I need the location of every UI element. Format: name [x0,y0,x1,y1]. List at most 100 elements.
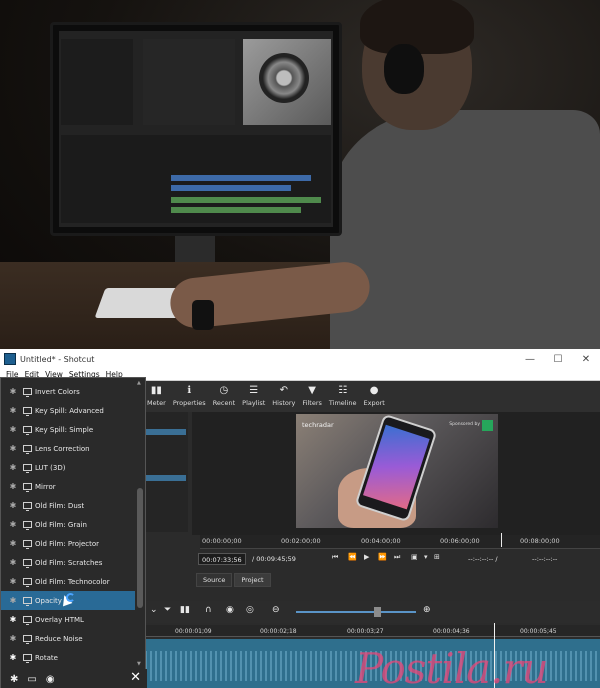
player-ruler[interactable]: 00:00:00;00 00:02:00;00 00:04:00;00 00:0… [200,535,600,549]
split-icon[interactable]: ▮▮ [180,605,190,615]
total-duration: / 00:09:45;59 [252,555,296,563]
play-icon[interactable]: ▶ [364,553,369,561]
rewind-icon[interactable]: ⏪ [348,553,357,561]
fast-forward-icon[interactable]: ⏩ [378,553,387,561]
scrub-eye-icon[interactable]: ◉ [226,605,234,615]
monitor-icon [23,578,32,587]
player-playhead[interactable] [501,533,502,547]
monitor-icon [23,559,32,568]
favorite-star-icon[interactable]: ✱ [7,615,19,624]
zoom-slider-handle[interactable] [374,607,381,617]
current-timecode-field[interactable]: 00:07:33;56 [198,553,246,565]
office-photo [0,0,600,349]
favorite-star-icon[interactable]: ✱ [7,558,19,567]
monitor-icon [23,483,32,492]
lift-icon[interactable]: ⏷ [164,605,171,615]
ruler-tick: 00:04:00;00 [361,537,401,545]
favorite-star-icon[interactable]: ✱ [7,539,19,548]
zoom-in-icon[interactable]: ⊕ [423,605,431,615]
filters-button[interactable]: ▼ Filters [302,381,321,407]
favorite-star-icon[interactable]: ✱ [7,425,19,434]
properties-button[interactable]: ℹ Properties [173,381,206,407]
skip-next-icon[interactable]: ⏭ [394,553,400,562]
tab-source[interactable]: Source [196,573,233,587]
zoom-slider[interactable] [296,611,416,613]
filter-label: Old Film: Scratches [35,558,103,567]
video-filters-icon[interactable]: ▭ [27,674,36,685]
filter-item[interactable]: ✱ Old Film: Grain [1,515,135,534]
snap-magnet-icon[interactable]: ∩ [205,605,212,615]
playlist-button[interactable]: ☰ Playlist [242,381,265,407]
favorite-star-icon[interactable]: ✱ [7,577,19,586]
maximize-button[interactable]: ☐ [544,349,572,369]
monitor-icon [23,635,32,644]
filter-scrollbar-thumb[interactable] [137,488,143,608]
filter-item[interactable]: ✱ Key Spill: Simple [1,420,135,439]
recent-button[interactable]: ◷ Recent [213,381,235,407]
filter-item[interactable]: ✱ Overlay HTML [1,610,135,629]
audio-filters-icon[interactable]: ◉ [46,674,55,685]
screen-source-panel [143,39,235,125]
filter-item[interactable]: ✱ Mirror [1,477,135,496]
toolbar-label: History [272,399,296,407]
monitor-icon [23,540,32,549]
filter-item[interactable]: ✱ Reduce Noise [1,629,135,648]
screen-track [171,197,321,203]
playlist-icon: ☰ [249,385,259,396]
history-button[interactable]: ↶ History [272,381,295,407]
favorite-star-icon[interactable]: ✱ [7,463,19,472]
zoom-out-icon[interactable]: ⊖ [272,605,280,615]
ruler-tick: 00:06:00;00 [440,537,480,545]
history-icon: ↶ [279,385,289,396]
chevron-down-icon[interactable]: ⌄ [150,605,158,615]
filter-item[interactable]: ✱ Rotate [1,648,135,667]
zoom-fit-icon[interactable]: ▣ [411,553,418,561]
export-button[interactable]: ● Export [364,381,385,407]
filter-label: Key Spill: Simple [35,425,94,434]
favorite-star-icon[interactable]: ✱ [7,444,19,453]
filter-label: Old Film: Projector [35,539,100,548]
playlist-header-row [140,429,186,435]
monitor-icon [23,616,32,625]
favorite-star-icon[interactable]: ✱ [7,406,19,415]
filter-item[interactable]: ✱ Old Film: Projector [1,534,135,553]
toolbar-label: Export [363,399,385,407]
ruler-tick: 00:02:00;00 [281,537,321,545]
close-window-button[interactable]: ✕ [572,349,600,369]
video-preview[interactable]: techradar Sponsored by [296,414,498,528]
export-icon: ● [369,385,379,396]
zoom-dropdown-icon[interactable]: ▾ [424,553,428,561]
scroll-down-icon[interactable]: ▼ [137,661,141,667]
filter-item[interactable]: ✱ Invert Colors [1,382,135,401]
meter-button[interactable]: ▮▮ Meter [147,381,166,407]
filter-label: Key Spill: Advanced [35,406,104,415]
filter-label: Invert Colors [35,387,80,396]
favorite-star-icon[interactable]: ✱ [7,596,19,605]
timeline-tick: 00:00:01;09 [175,628,212,635]
favorite-star-icon[interactable]: ✱ [7,520,19,529]
filter-item[interactable]: ✱ Old Film: Dust [1,496,135,515]
ripple-icon[interactable]: ◎ [246,605,254,615]
filter-label: Old Film: Dust [35,501,85,510]
filter-item[interactable]: ✱ LUT (3D) [1,458,135,477]
favorite-star-icon[interactable]: ✱ [7,501,19,510]
timeline-button[interactable]: ☷ Timeline [329,381,357,407]
close-icon[interactable]: ✕ [130,670,141,685]
filter-item[interactable]: ✱ Old Film: Technocolor [1,572,135,591]
skip-previous-icon[interactable]: ⏮ [332,553,338,562]
favorite-star-icon[interactable]: ✱ [7,387,19,396]
filter-item[interactable]: ✱ Old Film: Scratches [1,553,135,572]
site-watermark: Postila.ru [355,644,549,688]
tab-project[interactable]: Project [234,573,271,587]
minimize-button[interactable]: — [516,349,544,369]
favorites-star-icon[interactable]: ✱ [10,674,18,685]
filter-item[interactable]: ✱ Lens Correction [1,439,135,458]
favorite-star-icon[interactable]: ✱ [7,653,19,662]
favorite-star-icon[interactable]: ✱ [7,482,19,491]
grid-icon[interactable]: ⊞ [434,553,440,561]
scroll-up-icon[interactable]: ▲ [137,380,141,386]
filter-label: LUT (3D) [35,463,66,472]
favorite-star-icon[interactable]: ✱ [7,634,19,643]
monitor-screen [59,31,333,227]
filter-item[interactable]: ✱ Key Spill: Advanced [1,401,135,420]
